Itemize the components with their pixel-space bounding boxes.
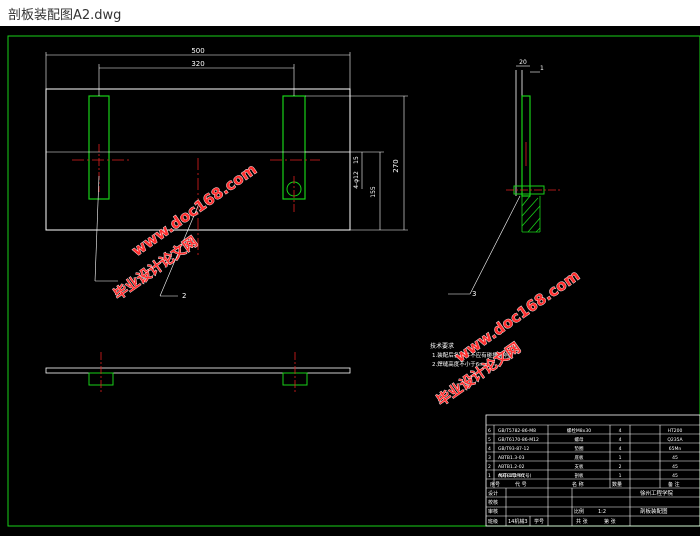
bom-cell-material: Q235A: [667, 437, 683, 443]
window-titlebar: 剖板装配图A2.dwg: [0, 0, 700, 27]
bom-cell-name: 底板: [575, 454, 584, 461]
bom-cell-code: GB/T6170-86-M12: [498, 437, 539, 443]
watermark-right: 毕业设计论文网 www.doc168.com: [433, 266, 583, 410]
front-view: 500 320 270 155 15 4-φ12 2: [45, 47, 408, 300]
window-title: 剖板装配图A2.dwg: [8, 8, 122, 23]
bom-cell-qty: 4: [619, 446, 622, 452]
bom-header-qty: 数量: [612, 481, 622, 488]
bom-cell-name: 垫圈: [575, 445, 584, 452]
bom-cell-code: ABTB1.3-03: [498, 455, 525, 461]
bom-cell-no: 2: [488, 464, 491, 470]
cad-drawing-canvas[interactable]: 500 320 270 155 15 4-φ12 2 20 1 3 技术要求 1…: [0, 26, 700, 532]
dim-side-1: 1: [540, 65, 544, 72]
bom-cell-qty: 4: [619, 437, 622, 443]
leader-line: [94, 175, 100, 282]
label-class: 班级: [488, 518, 498, 525]
bom-cell-no: 3: [488, 455, 491, 461]
window-close-button[interactable]: [670, 0, 700, 26]
label-check: 校核: [488, 499, 498, 506]
bom-cell-no: 4: [488, 446, 491, 452]
tech-notes-heading: 技术要求: [430, 342, 454, 350]
bom-header-name: 名 称: [572, 481, 584, 488]
bom-cell-code: GB/T93-87-12: [498, 446, 529, 452]
label-design: 设计: [488, 490, 498, 497]
callout-2: 2: [182, 292, 186, 300]
bom-cell-qty: 2: [619, 464, 622, 470]
label-student-id: 学号: [534, 518, 544, 525]
bom-header-code: 代 号: [515, 481, 527, 488]
school-name: 徐州工程学院: [640, 489, 674, 497]
title-block: 6 GB/T5782-86-M8 螺栓M8x30 4 HT200 5 GB/T6170-86…: [485, 414, 700, 527]
class-value: 14机械3: [508, 518, 528, 525]
bom-cell-no: 6: [488, 428, 491, 434]
dim-side-20: 20: [519, 59, 527, 66]
bom-header-remark: 备 注: [668, 481, 680, 488]
side-view: 20 1 3: [448, 59, 560, 298]
dim-overall-width: 500: [191, 47, 204, 55]
bom-cell-material: 45: [672, 473, 678, 479]
bom-cell-no: 1: [488, 473, 491, 479]
dim-hole: 4-φ12: [353, 171, 360, 189]
bom-cell-code: ABTB1.2-02: [498, 464, 525, 470]
bom-cell-qty: 1: [619, 455, 622, 461]
sheet-count: 共 张: [576, 518, 588, 525]
top-view: [45, 352, 351, 392]
bom-cell-name: 螺栓M8x30: [567, 427, 591, 434]
callout-3: 3: [472, 290, 476, 298]
watermark-left: 毕业设计论文网 www.doc168.com: [110, 160, 260, 304]
bom-table: 6 GB/T5782-86-M8 螺栓M8x30 4 HT200 5 GB/T6170-86…: [488, 427, 684, 479]
bom-cell-no: 5: [488, 437, 491, 443]
sheet-number: 第 张: [604, 518, 616, 525]
cad-drawing: 500 320 270 155 15 4-φ12 2 20 1 3 技术要求 1…: [7, 35, 700, 527]
top-plate: [45, 367, 351, 374]
bom-header-seq: 序号: [490, 481, 500, 488]
bom-cell-material: 65Mn: [669, 446, 682, 452]
ratio-value: 1:2: [598, 509, 606, 515]
bom-cell-material: HT200: [668, 428, 683, 434]
bom-code-note: 代号(1零件代号): [498, 472, 532, 479]
bom-cell-name: 螺母: [575, 436, 584, 443]
leader-line: [469, 195, 521, 295]
bom-cell-name: 剖板: [575, 472, 584, 479]
label-approve: 审核: [488, 508, 498, 515]
bom-cell-code: GB/T5782-86-M8: [498, 428, 536, 434]
bom-cell-material: 45: [672, 455, 678, 461]
drawing-name: 剖板装配图: [640, 507, 668, 515]
dim-inner-width: 320: [191, 60, 204, 68]
bom-cell-qty: 4: [619, 428, 622, 434]
bom-cell-name: 支板: [575, 463, 584, 470]
side-base-hatch: [521, 195, 541, 233]
dim-15: 15: [353, 156, 360, 164]
dim-height: 270: [392, 159, 400, 172]
bom-cell-material: 45: [672, 464, 678, 470]
label-ratio: 比例: [574, 508, 584, 515]
bom-cell-qty: 1: [619, 473, 622, 479]
dim-155: 155: [370, 186, 377, 198]
